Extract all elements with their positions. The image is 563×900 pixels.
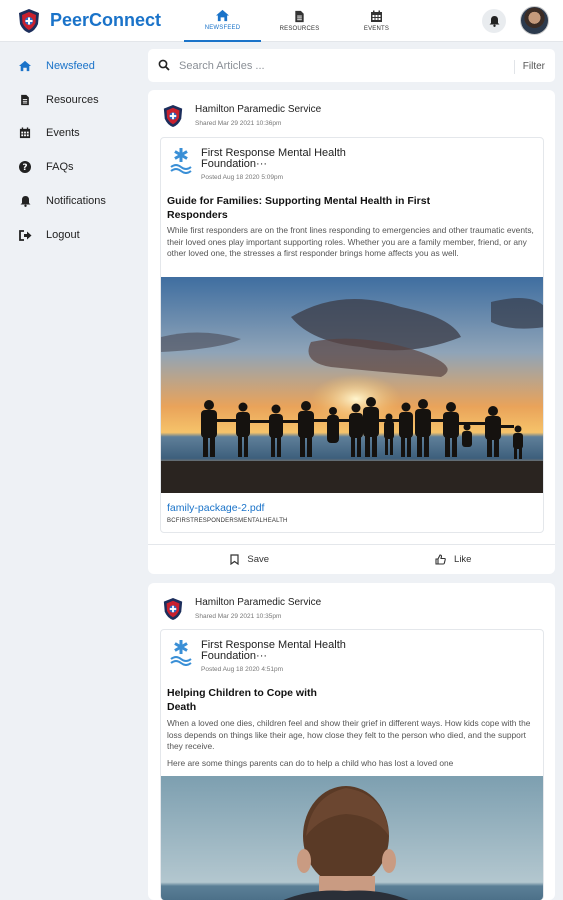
- brand-name[interactable]: PeerConnect: [50, 10, 161, 31]
- sidebar-item-label: Events: [46, 127, 80, 139]
- article-photo: [161, 776, 543, 900]
- article-photo: [161, 277, 543, 493]
- sidebar-item-events[interactable]: Events: [17, 123, 80, 143]
- sidebar-item-faqs[interactable]: ? FAQs: [17, 157, 74, 177]
- tab-label: RESOURCES: [279, 26, 320, 32]
- sidebar-item-label: Newsfeed: [46, 60, 95, 72]
- notifications-button[interactable]: [482, 9, 506, 33]
- post-org-name[interactable]: Hamilton Paramedic Service: [195, 597, 321, 608]
- document-icon: [295, 10, 304, 23]
- source-org-name: First Response Mental Health Foundation·…: [201, 639, 346, 662]
- tab-label: EVENTS: [363, 26, 390, 32]
- paramedic-shield-logo-icon: [163, 105, 183, 127]
- paramedic-shield-logo-icon[interactable]: [17, 8, 41, 34]
- article-title: Guide for Families: Supporting Mental He…: [167, 195, 431, 221]
- svg-text:?: ?: [22, 163, 27, 173]
- source-org-name: First Response Mental Health Foundation·…: [201, 147, 346, 170]
- sidebar-item-logout[interactable]: Logout: [17, 225, 80, 245]
- article-title: Helping Children to Cope with Death: [167, 687, 317, 713]
- post-org-name[interactable]: Hamilton Paramedic Service: [195, 104, 321, 115]
- search-icon: [158, 59, 170, 71]
- shared-article[interactable]: First Response Mental Health Foundation·…: [160, 629, 544, 900]
- sidebar-item-newsfeed[interactable]: Newsfeed: [17, 56, 95, 76]
- tab-resources[interactable]: RESOURCES: [261, 0, 338, 42]
- tab-label: NEWSFEED: [204, 25, 241, 31]
- tab-newsfeed[interactable]: NEWSFEED: [184, 0, 261, 42]
- article-body: When a loved one dies, children feel and…: [167, 718, 531, 751]
- post-card: Hamilton Paramedic Service Shared Mar 29…: [148, 583, 555, 900]
- post-shared-date: Shared Mar 29 2021 10:36pm: [195, 120, 282, 127]
- sidebar-item-label: Logout: [46, 229, 80, 241]
- search-bar: Search Articles ... Filter: [148, 49, 555, 82]
- star-of-life-logo-icon: [170, 640, 192, 666]
- article-body: While first responders are on the front …: [167, 225, 534, 258]
- paramedic-shield-logo-icon: [163, 598, 183, 620]
- article-body-continued: Here are some things parents can do to h…: [167, 758, 454, 768]
- like-button[interactable]: Like: [352, 545, 556, 574]
- post-actions: Save Like: [148, 544, 555, 574]
- calendar-icon: [371, 10, 382, 22]
- source-posted-date: Posted Aug 18 2020 5:09pm: [201, 174, 284, 181]
- like-label: Like: [454, 554, 472, 565]
- top-header: PeerConnect NEWSFEED RESOURCES EVENTS: [0, 0, 563, 42]
- search-input[interactable]: Search Articles ...: [179, 60, 265, 72]
- sidebar: Newsfeed Resources Events ? FAQs Notific…: [0, 43, 148, 900]
- sidebar-item-label: Notifications: [46, 195, 106, 207]
- tab-events[interactable]: EVENTS: [338, 0, 415, 42]
- sidebar-item-label: FAQs: [46, 161, 74, 173]
- sidebar-item-notifications[interactable]: Notifications: [17, 191, 106, 211]
- filter-button[interactable]: Filter: [513, 60, 545, 74]
- attachment-link[interactable]: family-package-2.pdf: [167, 502, 264, 514]
- sidebar-item-resources[interactable]: Resources: [17, 90, 99, 110]
- save-button[interactable]: Save: [148, 545, 352, 574]
- sidebar-item-label: Resources: [46, 94, 99, 106]
- post-card: Hamilton Paramedic Service Shared Mar 29…: [148, 90, 555, 574]
- bell-icon: [20, 196, 30, 207]
- star-of-life-logo-icon: [170, 148, 192, 174]
- shared-article[interactable]: First Response Mental Health Foundation·…: [160, 137, 544, 533]
- top-navigation: NEWSFEED RESOURCES EVENTS: [184, 0, 415, 42]
- user-avatar[interactable]: [520, 6, 549, 35]
- thumbs-up-icon: [435, 554, 446, 565]
- bell-icon: [489, 16, 499, 27]
- bookmark-icon: [230, 554, 240, 565]
- home-icon: [216, 9, 229, 22]
- home-icon: [19, 60, 31, 72]
- question-icon: ?: [19, 161, 31, 173]
- save-label: Save: [247, 554, 270, 565]
- post-shared-date: Shared Mar 29 2021 10:35pm: [195, 613, 282, 620]
- article-tag[interactable]: BCFIRSTRESPONDERSMENTALHEALTH: [167, 518, 288, 524]
- calendar-icon: [19, 127, 31, 139]
- document-icon: [21, 94, 29, 106]
- source-posted-date: Posted Aug 18 2020 4:51pm: [201, 666, 284, 673]
- logout-icon: [18, 229, 31, 241]
